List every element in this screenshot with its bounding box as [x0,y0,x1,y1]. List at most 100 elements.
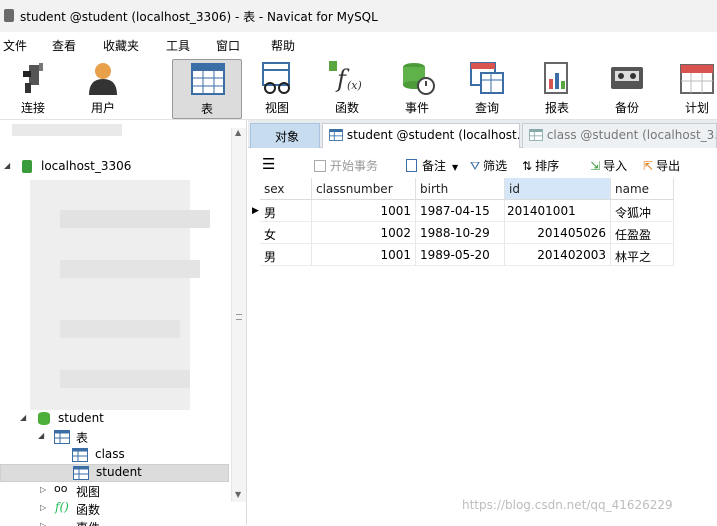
note-label: 备注 [422,159,447,173]
tree-database-label: student [58,411,104,425]
report-button[interactable]: 报表 [524,55,590,119]
table-icon [191,63,225,95]
tree-table-student-row[interactable]: student [0,464,229,482]
tree-functions-group-row[interactable]: ▷ f() 函数 [38,500,228,518]
tab-objects[interactable]: 对象 [250,123,320,148]
menu-hamburger-icon[interactable]: ☰ [262,155,275,173]
note-button[interactable]: 备注 ▼ [406,157,458,174]
view-button[interactable]: 视图 [244,55,310,119]
export-button[interactable]: ⇱ 导出 [643,157,680,174]
filter-button[interactable]: ⛛ 筛选 [470,157,507,174]
table-cell[interactable]: 201405026 [505,222,611,244]
main-toolbar: 连接 用户 表 视图 f (x) 函数 事件 查询 报表 备份 计划 [0,55,717,120]
tab-class-table[interactable]: class @student (localhost_3... [522,123,717,148]
redacted-area [60,370,190,388]
table-cell[interactable]: 任盈盈 [611,222,674,244]
backup-button[interactable]: 备份 [594,55,660,119]
redacted-area [12,124,122,136]
import-label: 导入 [603,159,628,173]
table-cell[interactable]: 1989-05-20 [416,244,505,266]
column-header-sex[interactable]: sex [260,178,312,200]
plug-icon [23,63,43,93]
query-icon [470,62,504,94]
column-header-birth[interactable]: birth [416,178,505,200]
user-icon [89,63,117,95]
menu-view[interactable]: 查看 [52,37,76,54]
tree-table-class-row[interactable]: class [72,446,228,464]
tab-class-label: class @student (localhost_3... [546,128,717,142]
table-cell[interactable]: 1001 [312,244,416,266]
collapse-arrow-icon[interactable]: ◢ [4,161,10,170]
tab-student-table[interactable]: student @student (localhost... [322,123,520,148]
view-icon [262,62,290,94]
database-file-icon [4,9,14,22]
import-button[interactable]: ⇲ 导入 [590,157,627,174]
menu-help[interactable]: 帮助 [271,37,295,54]
tree-database-row[interactable]: ◢ student [20,410,230,428]
scroll-up-icon[interactable]: ▲ [235,128,241,137]
event-label: 事件 [404,101,429,115]
navigation-scrollbar[interactable]: ▲ ▼ [231,128,246,502]
table-icon [73,466,89,480]
expand-arrow-icon[interactable]: ▷ [40,503,46,512]
table-cell-editing[interactable]: 201401001 [505,200,611,222]
column-header-id[interactable]: id [505,178,611,200]
view-label: 视图 [264,101,289,115]
function-button[interactable]: f (x) 函数 [314,55,380,119]
scroll-thumb-grip[interactable] [236,314,242,320]
tree-table-label: student [96,465,142,479]
tree-table-label: class [95,447,125,461]
connect-button[interactable]: 连接 [0,55,66,119]
begin-transaction-button[interactable]: 开始事务 [314,157,378,174]
tree-tables-group-row[interactable]: ◢ 表 [38,428,228,446]
expand-arrow-icon[interactable]: ▷ [40,521,46,526]
navigation-pane: ◢ localhost_3306 ◢ student ◢ 表 class stu… [0,120,247,526]
tree-connection-row[interactable]: ◢ localhost_3306 [4,158,229,176]
table-cell[interactable]: 1002 [312,222,416,244]
menu-favorites[interactable]: 收藏夹 [103,37,139,54]
table-label: 表 [200,102,213,116]
table-cell[interactable]: 1988-10-29 [416,222,505,244]
begin-transaction-label: 开始事务 [330,159,379,173]
report-label: 报表 [544,101,569,115]
collapse-arrow-icon[interactable]: ◢ [20,413,26,422]
user-button[interactable]: 用户 [70,55,136,119]
tree-connection-label: localhost_3306 [41,159,132,173]
table-icon [72,448,88,462]
tab-objects-label: 对象 [275,130,300,144]
column-header-classnumber[interactable]: classnumber [312,178,416,200]
expand-arrow-icon[interactable]: ▷ [40,485,46,494]
query-button[interactable]: 查询 [454,55,520,119]
table-cell[interactable]: 林平之 [611,244,674,266]
tree-views-group-row[interactable]: ▷ oo 视图 [38,482,228,500]
collapse-arrow-icon[interactable]: ◢ [38,431,44,440]
redacted-area [60,260,200,278]
menu-tools[interactable]: 工具 [166,37,190,54]
table-toolbar: ☰ 开始事务 备注 ▼ ⛛ 筛选 ⇅ 排序 ⇲ 导入 ⇱ 导出 [248,150,717,178]
table-button[interactable]: 表 [172,59,242,119]
table-cell[interactable]: 男 [260,244,312,266]
table-cell[interactable]: 女 [260,222,312,244]
table-cell[interactable]: 令狐冲 [611,200,674,222]
menu-bar: 文件 查看 收藏夹 工具 窗口 帮助 [0,33,717,55]
event-button[interactable]: 事件 [384,55,450,119]
table-cell[interactable]: 1987-04-15 [416,200,505,222]
menu-window[interactable]: 窗口 [216,37,240,54]
sort-icon: ⇅ [522,159,533,173]
menu-file[interactable]: 文件 [3,37,27,54]
schedule-label: 计划 [684,101,709,115]
dropdown-arrow-icon[interactable]: ▼ [452,163,458,172]
function-icon: f (x) [329,61,362,93]
backup-icon [611,67,643,89]
table-icon [329,129,343,141]
table-cell[interactable]: 201402003 [505,244,611,266]
schedule-button[interactable]: 计划 [664,55,717,119]
sort-button[interactable]: ⇅ 排序 [522,157,559,174]
table-cell[interactable]: 男 [260,200,312,222]
scroll-down-icon[interactable]: ▼ [235,490,241,499]
data-grid: sex classnumber birth id name ▶ 男 1001 1… [250,178,675,268]
table-cell[interactable]: 1001 [312,200,416,222]
backup-label: 备份 [614,101,639,115]
import-icon: ⇲ [590,159,601,173]
column-header-name[interactable]: name [611,178,674,200]
